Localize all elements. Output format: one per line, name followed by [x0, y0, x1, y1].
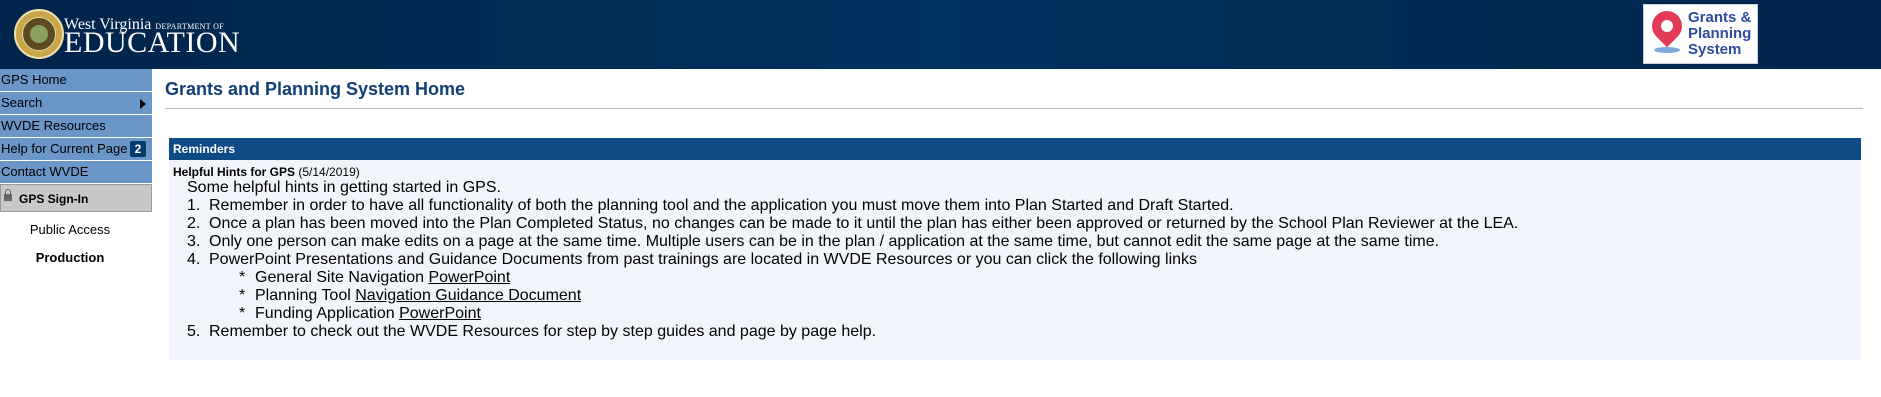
hints-list: 1. Remember in order to have all function…	[187, 197, 1518, 341]
signin-label: GPS Sign-In	[19, 192, 89, 206]
bullet-star: *	[239, 269, 246, 286]
sidebar-item-help[interactable]: Help for Current Page 2	[0, 138, 152, 161]
sidebar-nav: GPS Home Search WVDE Resources Help for …	[0, 69, 152, 265]
map-pin-icon	[1645, 4, 1689, 48]
sidebar-item-search[interactable]: Search	[0, 92, 152, 115]
gps-logo-line2: Planning	[1688, 25, 1752, 42]
gps-logo-line1: Grants &	[1688, 9, 1752, 26]
help-count-badge: 2	[130, 141, 146, 157]
sub-list-item: * General Site Navigation PowerPoint	[187, 269, 1518, 287]
gps-logo-line3: System	[1688, 41, 1742, 58]
list-number: 3.	[187, 233, 201, 250]
sidebar-item-wvde-resources[interactable]: WVDE Resources	[0, 115, 152, 138]
list-item: 4. PowerPoint Presentations and Guidance …	[187, 251, 1518, 269]
link-prefix: General Site Navigation	[255, 269, 424, 286]
list-text: Remember in order to have all functional…	[209, 197, 1234, 214]
hint-title: Helpful Hints for GPS	[173, 165, 296, 179]
list-number: 4.	[187, 251, 201, 268]
list-item: 5. Remember to check out the WVDE Resourc…	[187, 323, 1518, 341]
list-item: 2. Once a plan has been moved into the Pl…	[187, 215, 1518, 233]
list-text: PowerPoint Presentations and Guidance Do…	[209, 251, 1198, 268]
chevron-right-icon	[140, 99, 146, 109]
pin-base	[1654, 47, 1680, 53]
sidebar-item-label: Help for Current Page	[1, 141, 128, 156]
seal-inner	[22, 17, 56, 51]
reminders-header: Reminders	[169, 138, 1861, 160]
hint-title-line: Helpful Hints for GPS (5/14/2019)	[173, 165, 360, 179]
sub-list-item: * Planning Tool Navigation Guidance Docum…	[187, 287, 1518, 305]
access-label: Public Access	[29, 222, 111, 237]
gps-logo-text: Grants & Planning System	[1688, 10, 1751, 58]
list-item: 3. Only one person can make edits on a pa…	[187, 233, 1518, 251]
seal-emblem	[30, 25, 48, 43]
title-divider	[165, 108, 1863, 109]
list-item: 1. Remember in order to have all function…	[187, 197, 1518, 215]
link-prefix: Funding Application	[255, 305, 395, 322]
link-prefix: Planning Tool	[255, 287, 351, 304]
powerpoint-link[interactable]: PowerPoint	[428, 269, 510, 286]
list-number: 2.	[187, 215, 201, 232]
page-title: Grants and Planning System Home	[165, 79, 466, 99]
environment-label: Production	[35, 250, 105, 265]
wvde-logo-line2: EDUCATION	[64, 26, 241, 59]
sub-list-item: * Funding Application PowerPoint	[187, 305, 1518, 323]
hint-date: (5/14/2019)	[298, 165, 360, 179]
sidebar-item-label: GPS Home	[1, 72, 67, 87]
sidebar-item-gps-home[interactable]: GPS Home	[0, 69, 152, 92]
reminders-panel: Reminders Helpful Hints for GPS (5/14/20…	[169, 138, 1861, 360]
list-text: Remember to check out the WVDE Resources…	[209, 323, 877, 340]
gps-logo[interactable]: Grants & Planning System	[1643, 4, 1758, 64]
wv-seal-logo[interactable]	[14, 9, 64, 59]
sidebar-item-label: Contact WVDE	[1, 164, 89, 179]
lock-icon	[4, 189, 12, 201]
list-text: Once a plan has been moved into the Plan…	[209, 215, 1519, 232]
list-number: 1.	[187, 197, 201, 214]
gps-signin-button[interactable]: GPS Sign-In	[0, 184, 152, 212]
bullet-star: *	[239, 287, 246, 304]
bullet-star: *	[239, 305, 246, 322]
site-header: West Virginia DEPARTMENT OF EDUCATION Gr…	[0, 0, 1881, 69]
sidebar-item-label: WVDE Resources	[1, 118, 106, 133]
funding-powerpoint-link[interactable]: PowerPoint	[399, 305, 481, 322]
sidebar-item-contact[interactable]: Contact WVDE	[0, 161, 152, 184]
list-number: 5.	[187, 323, 201, 340]
sidebar-item-label: Search	[1, 95, 43, 110]
list-text: Only one person can make edits on a page…	[209, 233, 1440, 250]
guidance-document-link[interactable]: Navigation Guidance Document	[355, 287, 581, 304]
hint-intro: Some helpful hints in getting started in…	[187, 179, 501, 196]
